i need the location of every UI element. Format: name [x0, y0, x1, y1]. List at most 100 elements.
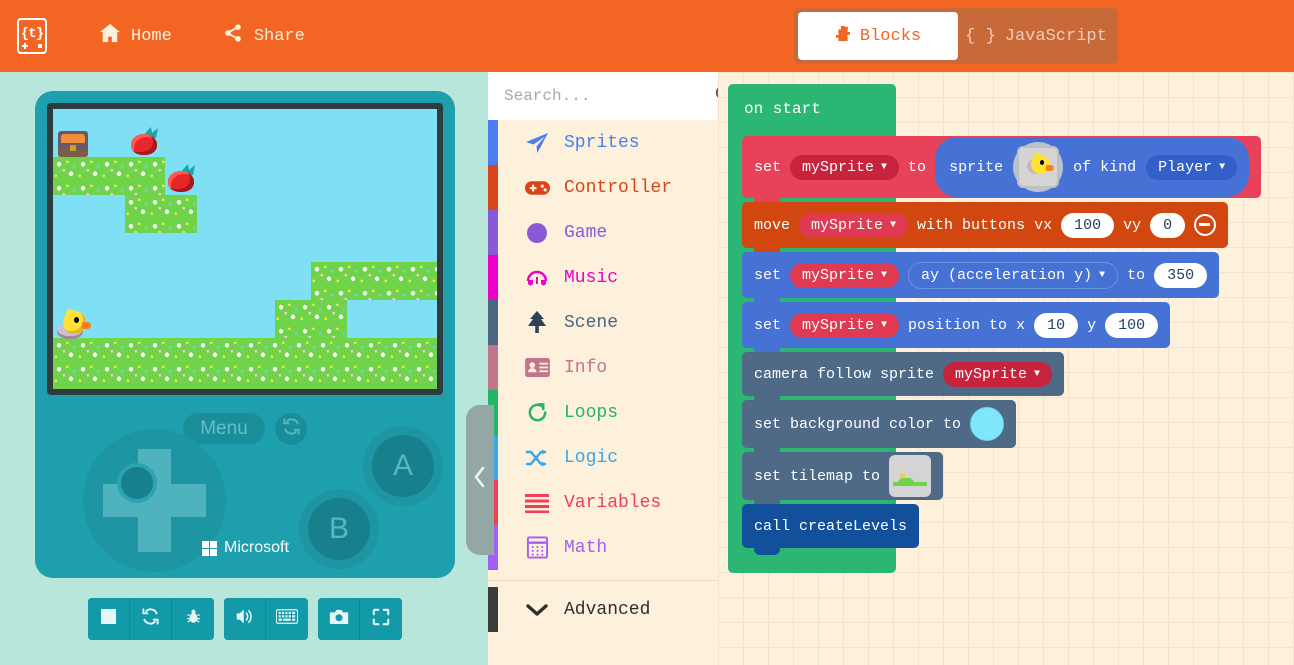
refresh-icon: [282, 417, 301, 441]
block-move-with-buttons[interactable]: move mySprite ▼ with buttons vx 100 vy 0: [742, 202, 1229, 255]
block-camera-follow[interactable]: camera follow sprite mySprite ▼: [742, 352, 1065, 403]
toolbox-category-logic[interactable]: Logic: [488, 435, 718, 480]
call-function-label: call createLevels: [754, 517, 908, 535]
block-set-acceleration[interactable]: set mySprite ▼ ay (acceleration y) ▼ to …: [742, 252, 1220, 305]
variable-dropdown-mysprite[interactable]: mySprite ▼: [790, 312, 900, 338]
toolbox-category-scene[interactable]: Scene: [488, 300, 718, 345]
set-label: set: [754, 158, 782, 176]
menu-button[interactable]: Menu: [183, 413, 265, 444]
screenshot-button[interactable]: [318, 598, 360, 640]
chevron-down-icon: ▼: [1034, 368, 1041, 380]
block-set-sprite[interactable]: set mySprite ▼ to sprite of kind Player …: [742, 136, 1262, 205]
block-call-function[interactable]: call createLevels: [742, 504, 920, 555]
toolbox-search-row: [488, 72, 734, 120]
position-y-input[interactable]: 100: [1105, 312, 1159, 338]
toolbox-category-loops[interactable]: Loops: [488, 390, 718, 435]
gamepad-icon: [524, 179, 550, 197]
category-label: Sprites: [564, 132, 640, 153]
restart-button[interactable]: [130, 598, 172, 640]
toolbox-category-info[interactable]: Info: [488, 345, 718, 390]
button-b[interactable]: B: [308, 498, 370, 560]
kind-dropdown-player[interactable]: Player ▼: [1146, 154, 1238, 180]
home-button[interactable]: Home: [85, 0, 186, 72]
on-start-hat[interactable]: on start: [728, 84, 896, 134]
keyboard-icon: [275, 609, 299, 629]
chest-sprite: [58, 131, 88, 157]
category-color-strip: [488, 255, 498, 300]
variable-dropdown-mysprite[interactable]: mySprite ▼: [790, 154, 900, 180]
stop-square-icon: [101, 609, 116, 629]
position-x-input[interactable]: 10: [1034, 312, 1079, 338]
reporter-sprite-of-kind[interactable]: sprite of kind Player ▼: [935, 137, 1250, 197]
category-color-strip: [488, 120, 498, 165]
block-set-background-color[interactable]: set background color to: [742, 400, 1017, 455]
calculator-icon: [524, 536, 550, 559]
chevron-down-icon: [524, 602, 550, 618]
strawberry-sprite: [166, 164, 196, 194]
variable-dropdown-mysprite[interactable]: mySprite ▼: [790, 262, 900, 288]
toolbox-category-math[interactable]: Math: [488, 525, 718, 570]
button-a-label: A: [392, 449, 413, 482]
variable-dropdown-mysprite[interactable]: mySprite ▼: [799, 212, 909, 238]
button-b-label: B: [328, 512, 349, 545]
share-button[interactable]: Share: [208, 0, 319, 72]
makecode-arcade-logo[interactable]: {t}: [17, 18, 47, 54]
toolbox-category-music[interactable]: Music: [488, 255, 718, 300]
terrain-tile: [311, 262, 437, 300]
toolbox-category-sprites[interactable]: Sprites: [488, 120, 718, 165]
chevron-down-icon: ▼: [881, 161, 888, 173]
block-set-tilemap[interactable]: set tilemap to: [742, 452, 944, 507]
fullscreen-icon: [372, 608, 390, 631]
acceleration-value: 350: [1167, 266, 1195, 284]
terrain-tile: [275, 300, 347, 338]
button-a[interactable]: A: [372, 435, 434, 497]
toolbar-group-io: [224, 598, 308, 640]
mute-button[interactable]: [224, 598, 266, 640]
chevron-down-icon: ▼: [890, 219, 897, 231]
tilemap-thumbnail[interactable]: [889, 455, 932, 497]
set-label: set: [754, 266, 782, 284]
toolbox-collapse-handle[interactable]: [466, 405, 494, 555]
arcade-device: Menu A B Microsoft: [35, 91, 455, 578]
property-dropdown-acceleration[interactable]: ay (acceleration y) ▼: [908, 261, 1119, 289]
move-label: move: [754, 216, 791, 234]
category-label: Scene: [564, 312, 619, 333]
terrain-tile: [125, 195, 197, 233]
search-input[interactable]: [504, 87, 714, 105]
minus-circle-icon[interactable]: [1194, 214, 1217, 236]
vy-value: 0: [1163, 216, 1173, 234]
toolbox-category-variables[interactable]: Variables: [488, 480, 718, 525]
block-set-position[interactable]: set mySprite ▼ position to x 10 y 100: [742, 302, 1171, 355]
chevron-down-icon: ▼: [1219, 161, 1226, 173]
with-buttons-label: with buttons: [917, 216, 1026, 234]
debug-button[interactable]: [172, 598, 214, 640]
fullscreen-button[interactable]: [360, 598, 402, 640]
vx-input[interactable]: 100: [1061, 212, 1115, 238]
dpad-center[interactable]: [117, 463, 157, 503]
variable-name: mySprite: [802, 316, 875, 334]
variable-dropdown-mysprite[interactable]: mySprite ▼: [943, 361, 1053, 387]
category-label: Loops: [564, 402, 619, 423]
duck-sprite-thumbnail[interactable]: [1017, 146, 1060, 188]
blocks-workspace[interactable]: on start set mySprite ▼ to sprite of kin…: [718, 72, 1294, 665]
dpad-cross[interactable]: [103, 449, 206, 552]
speaker-icon: [235, 608, 254, 630]
toolbox-category-controller[interactable]: Controller: [488, 165, 718, 210]
vy-input[interactable]: 0: [1150, 212, 1186, 238]
background-color-swatch[interactable]: [970, 407, 1005, 441]
logo-dots: [19, 43, 45, 49]
variable-name: mySprite: [802, 266, 875, 284]
shuffle-icon: [524, 447, 550, 469]
toolbox-category-advanced[interactable]: Advanced: [488, 587, 718, 632]
stop-button[interactable]: [88, 598, 130, 640]
keyboard-button[interactable]: [266, 598, 308, 640]
variable-name: mySprite: [811, 216, 884, 234]
sprite-image-ring[interactable]: [1013, 142, 1064, 192]
tab-blocks[interactable]: Blocks: [798, 12, 958, 60]
simulator-pane: Menu A B Microsoft: [0, 72, 488, 665]
acceleration-value-input[interactable]: 350: [1154, 262, 1208, 288]
tab-javascript[interactable]: { } JavaScript: [958, 12, 1114, 60]
game-screen[interactable]: [53, 109, 437, 389]
sync-button[interactable]: [275, 413, 307, 445]
toolbox-category-game[interactable]: Game: [488, 210, 718, 255]
